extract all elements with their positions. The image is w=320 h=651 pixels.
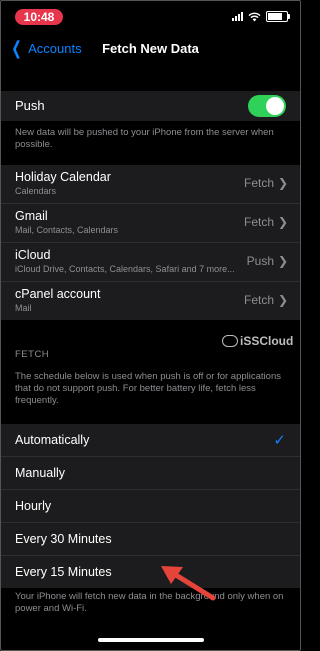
account-subtitle: Calendars xyxy=(15,186,57,196)
phone-screen: 10:48 ❮ Accounts Fetch New Data Push New… xyxy=(0,0,301,651)
account-fetch-mode: Fetch xyxy=(243,215,274,229)
watermark-text: iSSCloud xyxy=(240,334,294,348)
fetch-options-section: Automatically ✓ Manually Hourly Every 30… xyxy=(1,424,300,588)
home-indicator xyxy=(98,638,204,642)
fetch-option-label: Automatically xyxy=(15,433,90,447)
fetch-section-header: FETCH xyxy=(15,349,50,360)
fetch-option[interactable]: Hourly xyxy=(1,490,300,523)
push-note: New data will be pushed to your iPhone f… xyxy=(15,127,274,150)
account-subtitle: Mail, Contacts, Calendars xyxy=(15,225,119,235)
account-fetch-mode: Fetch xyxy=(243,176,274,190)
account-row[interactable]: Holiday Calendar Calendars Fetch ❯ xyxy=(1,165,300,204)
account-name: Holiday Calendar xyxy=(15,170,111,184)
account-fetch-mode: Fetch xyxy=(243,293,274,307)
push-label: Push xyxy=(15,98,45,113)
account-name: cPanel account xyxy=(15,287,101,301)
navigation-bar: ❮ Accounts Fetch New Data xyxy=(1,35,300,63)
fetch-option-label: Hourly xyxy=(15,499,52,513)
fetch-option-label: Every 30 Minutes xyxy=(15,532,112,546)
cellular-signal-icon xyxy=(232,12,243,21)
fetch-option[interactable]: Every 15 Minutes xyxy=(1,556,300,588)
chevron-right-icon: ❯ xyxy=(277,215,288,229)
account-subtitle: Mail xyxy=(15,303,32,313)
account-row[interactable]: cPanel account Mail Fetch ❯ xyxy=(1,282,300,320)
watermark: iSSCloud xyxy=(222,334,293,348)
chevron-right-icon: ❯ xyxy=(277,176,288,190)
account-row[interactable]: iCloud iCloud Drive, Contacts, Calendars… xyxy=(1,243,300,282)
fetch-option[interactable]: Manually xyxy=(1,457,300,490)
checkmark-icon: ✓ xyxy=(273,432,286,449)
chevron-right-icon: ❯ xyxy=(277,293,288,307)
status-time: 10:48 xyxy=(15,9,63,25)
fetch-option-label: Manually xyxy=(15,466,66,480)
push-toggle[interactable] xyxy=(248,95,286,117)
fetch-option[interactable]: Every 30 Minutes xyxy=(1,523,300,556)
fetch-footer-note: Your iPhone will fetch new data in the b… xyxy=(15,591,284,614)
fetch-note: The schedule below is used when push is … xyxy=(15,371,281,406)
account-row[interactable]: Gmail Mail, Contacts, Calendars Fetch ❯ xyxy=(1,204,300,243)
toggle-knob xyxy=(266,97,284,115)
fetch-option[interactable]: Automatically ✓ xyxy=(1,424,300,457)
fetch-option-label: Every 15 Minutes xyxy=(15,565,112,579)
battery-icon xyxy=(266,11,290,22)
push-section: Push xyxy=(1,91,300,121)
status-icons xyxy=(232,11,290,22)
wifi-icon xyxy=(248,12,261,21)
account-name: Gmail xyxy=(15,209,48,223)
page-title: Fetch New Data xyxy=(102,41,199,56)
status-bar: 10:48 xyxy=(1,1,300,31)
account-name: iCloud xyxy=(15,248,51,262)
annotation-arrow-icon xyxy=(161,566,216,601)
account-fetch-mode: Push xyxy=(246,254,274,268)
accounts-section: Holiday Calendar Calendars Fetch ❯ Gmail… xyxy=(1,165,300,320)
account-subtitle: iCloud Drive, Contacts, Calendars, Safar… xyxy=(15,264,235,274)
push-row: Push xyxy=(1,91,300,121)
chevron-right-icon: ❯ xyxy=(277,254,288,268)
cloud-icon xyxy=(222,335,238,347)
